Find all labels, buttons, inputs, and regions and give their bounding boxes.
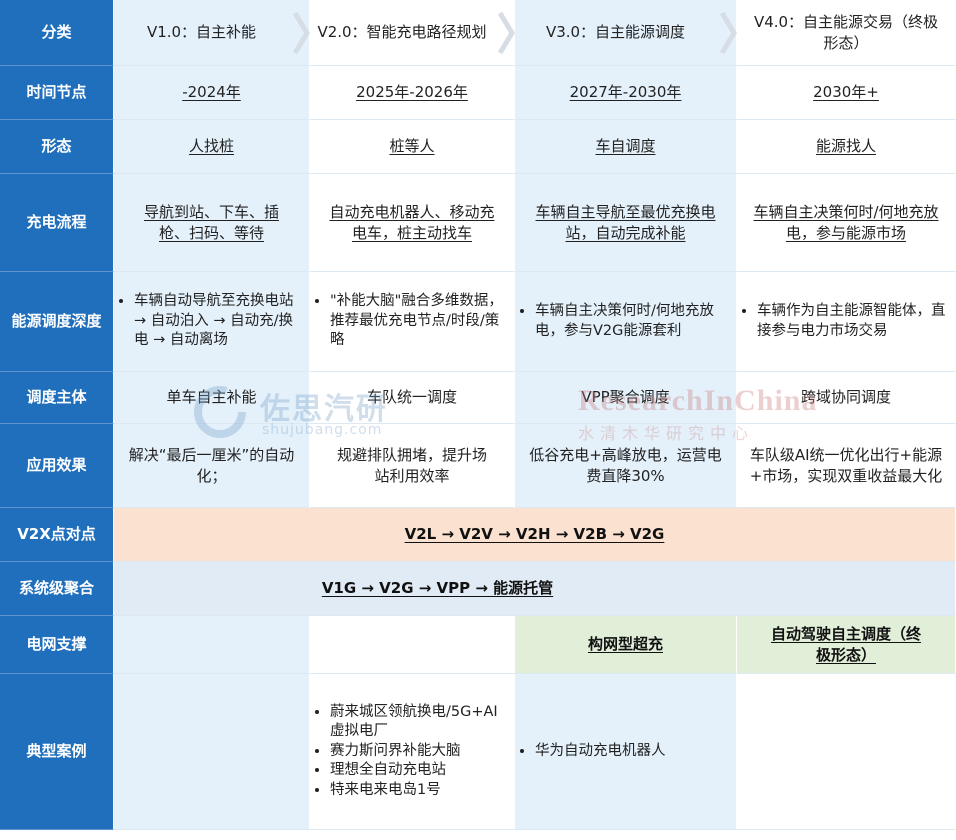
row-header-grid-support: 电网支撑 <box>0 616 114 674</box>
depth-v3: 车辆自主决策何时/何地充放电，参与V2G能源套利 <box>515 272 737 372</box>
cases-v2: 蔚来城区领航换电/5G+AI虚拟电厂 赛力斯问界补能大脑 理想全自动充电站 特来… <box>310 674 515 830</box>
depth-v4-text: 车辆作为自主能源智能体，直接参与电力市场交易 <box>757 302 949 341</box>
case-item: 理想全自动充电站 <box>330 761 508 781</box>
depth-v2: "补能大脑"融合多维数据，推荐最优充电节点/时段/策略 <box>310 272 515 372</box>
effect-v2: 规避排队拥堵，提升场站利用效率 <box>310 424 515 508</box>
row-header-effect: 应用效果 <box>0 424 114 508</box>
row-header-cases: 典型案例 <box>0 674 114 830</box>
depth-v1-text: 车辆自动导航至充换电站 → 自动泊入 → 自动充/换电 → 自动离场 <box>134 292 303 351</box>
time-v4: 2030年+ <box>737 66 956 120</box>
effect-v3: 低谷充电+高峰放电，运营电费直降30% <box>515 424 737 508</box>
version-header-v2: V2.0：智能充电路径规划 <box>310 0 515 66</box>
effect-v1: 解决“最后一厘米”的自动化； <box>114 424 310 508</box>
flow-v1: 导航到站、下车、插枪、扫码、等待 <box>114 174 310 272</box>
subject-v2: 车队统一调度 <box>310 372 515 424</box>
form-v2: 桩等人 <box>310 120 515 174</box>
grid-v1 <box>114 616 310 674</box>
flow-v3: 车辆自主导航至最优充换电站，自动完成补能 <box>515 174 737 272</box>
depth-v2-text: "补能大脑"融合多维数据，推荐最优充电节点/时段/策略 <box>330 292 508 351</box>
case-item: 赛力斯问界补能大脑 <box>330 742 508 762</box>
row-header-depth: 能源调度深度 <box>0 272 114 372</box>
cases-v3: 华为自动充电机器人 <box>515 674 737 830</box>
depth-v3-text: 车辆自主决策何时/何地充放电，参与V2G能源套利 <box>535 302 730 341</box>
version-header-v1: V1.0：自主补能 <box>114 0 310 66</box>
case-item: 华为自动充电机器人 <box>535 742 666 762</box>
form-v1: 人找桩 <box>114 120 310 174</box>
grid-v4: 自动驾驶自主调度（终极形态） <box>737 616 956 674</box>
cases-v4 <box>737 674 956 830</box>
row-header-system: 系统级聚合 <box>0 562 114 616</box>
flow-v2: 自动充电机器人、移动充电车，桩主动找车 <box>310 174 515 272</box>
system-aggregation-path: V1G → V2G → VPP → 能源托管 <box>114 562 956 616</box>
effect-v4: 车队级AI统一优化出行+能源+市场，实现双重收益最大化 <box>737 424 956 508</box>
row-header-subject: 调度主体 <box>0 372 114 424</box>
form-v3: 车自调度 <box>515 120 737 174</box>
row-header-time: 时间节点 <box>0 66 114 120</box>
form-v4: 能源找人 <box>737 120 956 174</box>
v2x-path: V2L → V2V → V2H → V2B → V2G <box>114 508 956 562</box>
depth-v4: 车辆作为自主能源智能体，直接参与电力市场交易 <box>737 272 956 372</box>
time-v1: -2024年 <box>114 66 310 120</box>
chevron-right-icon <box>497 11 515 55</box>
grid-v3: 构网型超充 <box>515 616 737 674</box>
flow-v4: 车辆自主决策何时/何地充放电，参与能源市场 <box>737 174 956 272</box>
row-header-category: 分类 <box>0 0 114 66</box>
version-header-v3: V3.0：自主能源调度 <box>515 0 737 66</box>
roadmap-table: 分类 V1.0：自主补能 V2.0：智能充电路径规划 V3.0：自主能源调度 V… <box>0 0 956 840</box>
case-item: 特来电来电岛1号 <box>330 781 508 801</box>
subject-v1: 单车自主补能 <box>114 372 310 424</box>
subject-v3: VPP聚合调度 <box>515 372 737 424</box>
depth-v1: 车辆自动导航至充换电站 → 自动泊入 → 自动充/换电 → 自动离场 <box>114 272 310 372</box>
row-header-flow: 充电流程 <box>0 174 114 272</box>
time-v2: 2025年-2026年 <box>310 66 515 120</box>
row-header-v2x: V2X点对点 <box>0 508 114 562</box>
subject-v4: 跨域协同调度 <box>737 372 956 424</box>
case-item: 蔚来城区领航换电/5G+AI虚拟电厂 <box>330 703 508 742</box>
cases-v1 <box>114 674 310 830</box>
version-header-v4: V4.0：自主能源交易（终极形态） <box>737 0 956 66</box>
chevron-right-icon <box>292 11 310 55</box>
chevron-right-icon <box>719 11 737 55</box>
time-v3: 2027年-2030年 <box>515 66 737 120</box>
grid-v2 <box>310 616 515 674</box>
row-header-form: 形态 <box>0 120 114 174</box>
